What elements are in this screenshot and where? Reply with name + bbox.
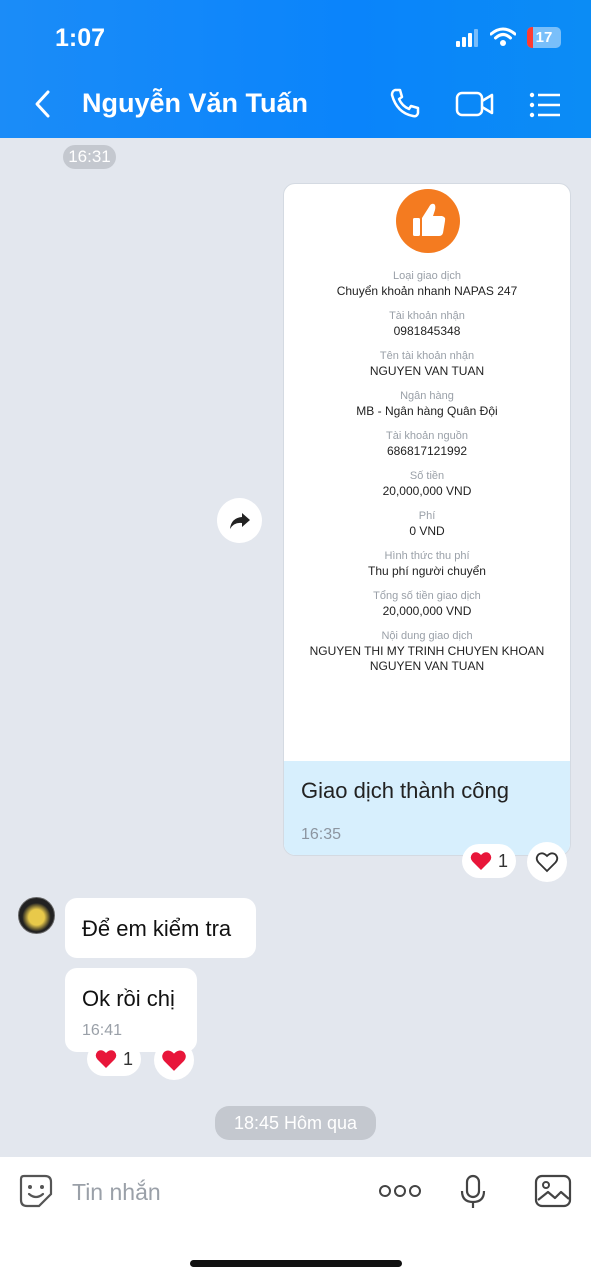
contact-name[interactable]: Nguyễn Văn Tuấn [82, 88, 308, 119]
heart-outline-icon [535, 852, 559, 873]
field-total-amount: Tổng số tiền giao dịch 20,000,000 VND [290, 589, 564, 619]
heart-icon [162, 1049, 186, 1071]
field-label: Ngân hàng [400, 390, 454, 402]
field-label: Tài khoản nguồn [386, 430, 468, 442]
field-value: NGUYEN VAN TUAN [369, 364, 485, 378]
field-label: Phí [418, 510, 436, 522]
wifi-icon [490, 27, 516, 46]
field-fee: Phí 0 VND [290, 509, 564, 539]
reaction-summary[interactable]: 1 [87, 1042, 142, 1076]
field-value: 0 VND [409, 524, 445, 538]
signal-icon [456, 29, 478, 47]
field-label: Tên tài khoản nhận [379, 350, 475, 362]
field-value: NGUYEN THI MY TRINH CHUYEN KHOAN NGUYEN … [309, 644, 545, 673]
field-value: Chuyển khoản nhanh NAPAS 247 [336, 284, 518, 298]
react-button[interactable] [154, 1040, 194, 1080]
time-divider: 18:45 Hôm qua [215, 1106, 376, 1140]
status-time: 1:07 [55, 24, 106, 52]
message-bubble[interactable]: Để em kiểm tra [65, 898, 256, 958]
forward-arrow-icon [229, 512, 250, 529]
field-transfer-content: Nội dung giao dịch NGUYEN THI MY TRINH C… [290, 629, 564, 674]
heart-icon [470, 852, 492, 870]
field-label: Số tiền [409, 470, 445, 482]
phone-icon[interactable] [388, 86, 422, 120]
reaction-summary[interactable]: 1 [462, 844, 517, 878]
reaction-count: 1 [498, 850, 509, 871]
receipt-body: Loại giao dịch Chuyển khoản nhanh NAPAS … [284, 184, 570, 760]
field-label: Tài khoản nhận [389, 310, 465, 322]
field-value: MB - Ngân hàng Quân Đội [356, 404, 498, 418]
field-receiver-name: Tên tài khoản nhận NGUYEN VAN TUAN [290, 349, 564, 379]
field-fee-method: Hình thức thu phí Thu phí người chuyển [290, 549, 564, 579]
battery-level: 17 [535, 29, 553, 46]
field-receiver-account: Tài khoản nhận 0981845348 [290, 309, 564, 339]
message-text: Để em kiểm tra [82, 916, 232, 941]
field-value: 0981845348 [393, 324, 461, 338]
field-label: Loại giao dịch [393, 270, 461, 282]
field-value: 686817121992 [386, 444, 468, 458]
field-value: 20,000,000 VND [382, 484, 472, 498]
microphone-icon[interactable] [459, 1174, 487, 1210]
field-bank: Ngân hàng MB - Ngân hàng Quân Đội [290, 389, 564, 419]
field-label: Tổng số tiền giao dịch [373, 590, 481, 602]
field-source-account: Tài khoản nguồn 686817121992 [290, 429, 564, 459]
react-button[interactable] [527, 842, 567, 882]
field-transaction-type: Loại giao dịch Chuyển khoản nhanh NAPAS … [290, 269, 564, 299]
receipt-caption: Giao dịch thành công 16:35 [284, 761, 570, 855]
heart-icon [95, 1050, 117, 1068]
video-call-icon[interactable] [455, 90, 495, 118]
transfer-receipt-card[interactable]: Loại giao dịch Chuyển khoản nhanh NAPAS … [283, 183, 571, 856]
home-indicator [190, 1260, 402, 1267]
field-label: Hình thức thu phí [384, 550, 470, 562]
chat-header: 1:07 17 Nguyễn Văn Tuấn [0, 0, 591, 138]
field-value: Thu phí người chuyển [368, 564, 486, 578]
field-amount: Số tiền 20,000,000 VND [290, 469, 564, 499]
battery-indicator: 17 [527, 27, 561, 48]
message-time: 16:35 [301, 826, 342, 843]
reaction-count: 1 [123, 1048, 134, 1069]
time-divider: 16:31 [63, 145, 116, 169]
field-value: 20,000,000 VND [382, 604, 472, 618]
sticker-icon[interactable] [18, 1173, 54, 1209]
message-input[interactable]: Tin nhắn [72, 1179, 161, 1206]
menu-list-icon[interactable] [528, 91, 562, 119]
caption-text: Giao dịch thành công [301, 778, 509, 803]
sender-avatar[interactable] [18, 897, 55, 934]
thumbs-up-badge [396, 189, 460, 253]
more-icon[interactable] [378, 1184, 422, 1198]
back-chevron-icon[interactable] [30, 88, 56, 120]
message-time: 16:41 [82, 1022, 123, 1039]
message-text: Ok rồi chị [82, 986, 175, 1011]
field-label: Nội dung giao dịch [381, 630, 473, 642]
thumbs-up-icon [413, 203, 446, 236]
forward-button[interactable] [217, 498, 262, 543]
image-icon[interactable] [534, 1174, 572, 1208]
